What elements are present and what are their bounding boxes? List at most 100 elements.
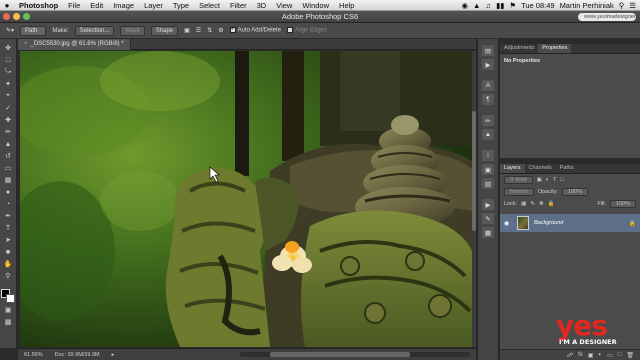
new-group-icon[interactable]: ▭ bbox=[607, 352, 613, 359]
actions-panel-icon[interactable]: ▶ bbox=[482, 59, 494, 70]
blur-tool-icon[interactable]: ● bbox=[3, 187, 14, 197]
layer-row-background[interactable]: ◉ Background 🔒 bbox=[500, 214, 640, 232]
menu-type[interactable]: Type bbox=[168, 1, 194, 10]
clone-source-panel-icon[interactable]: ▲ bbox=[482, 129, 494, 140]
info-panel-icon[interactable]: i bbox=[482, 150, 494, 161]
screen-mode-icon[interactable]: ▩ bbox=[3, 317, 14, 327]
volume-icon[interactable]: ♫ bbox=[485, 1, 491, 10]
align-edges-checkbox[interactable] bbox=[286, 27, 293, 34]
horizontal-scroll-thumb[interactable] bbox=[270, 352, 410, 357]
close-document-icon[interactable]: × bbox=[24, 41, 28, 47]
flag-icon[interactable]: ⚑ bbox=[509, 1, 516, 10]
status-menu-arrow-icon[interactable]: ▸ bbox=[112, 352, 115, 358]
new-layer-icon[interactable]: □ bbox=[618, 352, 622, 358]
background-color-swatch[interactable] bbox=[6, 294, 15, 303]
healing-brush-tool-icon[interactable]: ✚ bbox=[3, 115, 14, 125]
document-canvas[interactable] bbox=[20, 51, 472, 347]
menu-filter[interactable]: Filter bbox=[225, 1, 252, 10]
link-layers-icon[interactable]: ☍ bbox=[567, 352, 573, 359]
layer-comps-panel-icon[interactable]: ▩ bbox=[482, 227, 494, 238]
trash-icon[interactable]: 🗑 bbox=[626, 352, 634, 359]
help-search-field[interactable]: www.yesimadesigner.com bbox=[578, 13, 640, 21]
make-mask-button[interactable]: Mask bbox=[120, 25, 145, 36]
wifi-icon[interactable]: ▲ bbox=[473, 1, 480, 10]
path-selection-tool-icon[interactable]: ➤ bbox=[3, 235, 14, 245]
eraser-tool-icon[interactable]: ▭ bbox=[3, 163, 14, 173]
opacity-field[interactable]: 100% bbox=[561, 188, 588, 196]
menu-3d[interactable]: 3D bbox=[252, 1, 272, 10]
filter-type-icon[interactable]: T bbox=[553, 177, 556, 183]
path-alignment-icon[interactable]: ☰ bbox=[196, 27, 201, 34]
history-brush-tool-icon[interactable]: ↺ bbox=[3, 151, 14, 161]
zoom-window-button[interactable] bbox=[23, 13, 30, 20]
list-icon[interactable]: ☰ bbox=[629, 1, 636, 10]
hand-tool-icon[interactable]: ✋ bbox=[3, 259, 14, 269]
spotlight-icon[interactable]: ⚲ bbox=[619, 1, 625, 10]
close-window-button[interactable] bbox=[3, 13, 10, 20]
battery-icon[interactable]: ▮▮ bbox=[496, 1, 504, 10]
layer-style-icon[interactable]: fx bbox=[578, 352, 583, 358]
pen-tool-icon[interactable]: ✒ bbox=[3, 211, 14, 221]
zoom-level-field[interactable]: 61.56% bbox=[24, 352, 43, 358]
notes-panel-icon[interactable]: ✎ bbox=[482, 213, 494, 224]
menu-image[interactable]: Image bbox=[108, 1, 139, 10]
tool-mode-select[interactable]: Path bbox=[20, 25, 47, 36]
quick-mask-icon[interactable]: ▣ bbox=[3, 305, 14, 315]
filter-pixel-icon[interactable]: ▣ bbox=[537, 177, 542, 183]
navigator-panel-icon[interactable]: ▣ bbox=[482, 164, 494, 175]
menu-edit[interactable]: Edit bbox=[85, 1, 108, 10]
lock-transparent-icon[interactable]: ▦ bbox=[521, 201, 526, 207]
align-edges-option[interactable]: Align Edges bbox=[286, 27, 327, 34]
layer-name[interactable]: Background bbox=[534, 220, 563, 226]
eye-icon[interactable]: ◉ bbox=[504, 220, 512, 227]
menu-file[interactable]: File bbox=[63, 1, 85, 10]
menu-app[interactable]: Photoshop bbox=[14, 1, 63, 10]
lock-position-icon[interactable]: ✥ bbox=[539, 201, 544, 207]
history-panel-icon[interactable]: ▤ bbox=[482, 45, 494, 56]
canvas-vertical-scrollbar[interactable] bbox=[472, 51, 476, 347]
quick-selection-tool-icon[interactable]: ✦ bbox=[3, 79, 14, 89]
fill-field[interactable]: 100% bbox=[609, 200, 636, 208]
tab-adjustments[interactable]: Adjustments bbox=[500, 44, 538, 53]
rectangle-tool-icon[interactable]: ■ bbox=[3, 247, 14, 257]
menu-layer[interactable]: Layer bbox=[139, 1, 168, 10]
pen-tool-preset-icon[interactable]: ✎▾ bbox=[6, 27, 14, 34]
path-arrangement-icon[interactable]: ⇅ bbox=[207, 27, 212, 34]
menubar-user[interactable]: Martin Perhiniak bbox=[560, 1, 614, 10]
character-panel-icon[interactable]: A bbox=[482, 80, 494, 91]
lock-image-icon[interactable]: ✎ bbox=[530, 201, 535, 207]
add-mask-icon[interactable]: ▣ bbox=[588, 352, 594, 359]
lock-all-icon[interactable]: 🔒 bbox=[548, 201, 555, 207]
minimize-window-button[interactable] bbox=[13, 13, 20, 20]
apple-menu-icon[interactable]: ● bbox=[0, 1, 14, 10]
make-selection-button[interactable]: Selection... bbox=[74, 25, 115, 36]
gear-icon[interactable]: ⚙ bbox=[218, 27, 223, 34]
brush-panel-icon[interactable]: ✏ bbox=[482, 115, 494, 126]
blend-mode-select[interactable]: Normal bbox=[504, 188, 534, 196]
color-swatches[interactable] bbox=[1, 289, 15, 303]
filter-adjustment-icon[interactable]: ◐ bbox=[546, 177, 549, 183]
make-shape-button[interactable]: Shape bbox=[150, 25, 179, 36]
tab-paths[interactable]: Paths bbox=[556, 164, 578, 173]
lasso-tool-icon[interactable]: ⤿ bbox=[3, 67, 14, 77]
menu-select[interactable]: Select bbox=[194, 1, 225, 10]
marquee-tool-icon[interactable]: □ bbox=[3, 55, 14, 65]
screen-record-icon[interactable]: ◉ bbox=[461, 1, 468, 10]
vertical-scroll-thumb[interactable] bbox=[472, 111, 476, 231]
eyedropper-tool-icon[interactable]: ✓ bbox=[3, 103, 14, 113]
menu-view[interactable]: View bbox=[271, 1, 297, 10]
tab-layers[interactable]: Layers bbox=[500, 164, 525, 173]
clone-stamp-tool-icon[interactable]: ▲ bbox=[3, 139, 14, 149]
histogram-panel-icon[interactable]: ▧ bbox=[482, 178, 494, 189]
layer-filter-kind-select[interactable]: ⚲ Kind bbox=[504, 176, 533, 184]
path-operations-icon[interactable]: ▣ bbox=[184, 27, 190, 34]
paragraph-panel-icon[interactable]: ¶ bbox=[482, 94, 494, 105]
canvas-horizontal-scrollbar[interactable] bbox=[240, 352, 470, 357]
brush-tool-icon[interactable]: ✏ bbox=[3, 127, 14, 137]
menu-help[interactable]: Help bbox=[334, 1, 359, 10]
crop-tool-icon[interactable]: ⌖ bbox=[3, 91, 14, 101]
auto-add-delete-checkbox[interactable] bbox=[229, 25, 236, 34]
dodge-tool-icon[interactable]: ◔ bbox=[3, 199, 14, 209]
gradient-tool-icon[interactable]: ▦ bbox=[3, 175, 14, 185]
menu-window[interactable]: Window bbox=[297, 1, 334, 10]
